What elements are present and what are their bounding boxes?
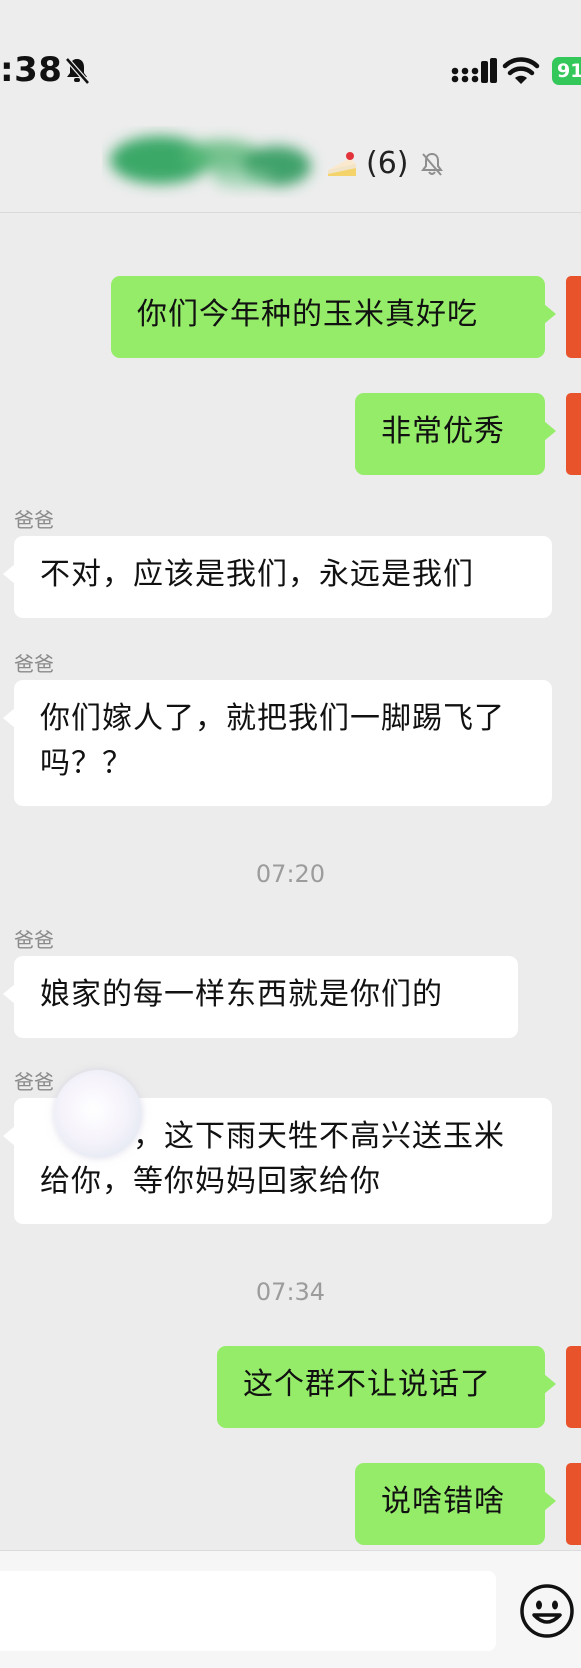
avatar[interactable] [566,1346,581,1428]
message-bubble-received[interactable]: 娘家的每一样东西就是你们的 [3,956,518,1038]
message-text: 你们嫁人了，就把我们一脚踢飞了吗？？ [40,701,505,781]
avatar[interactable] [566,276,581,358]
sender-name: 爸爸 [14,1070,54,1094]
message-text: 说啥错啥 [381,1484,505,1519]
message-bubble-sent[interactable]: 你们今年种的玉米真好吃 [111,276,556,358]
status-bar: :38 91 [0,0,581,120]
message-text: 你们今年种的玉米真好吃 [137,297,478,332]
input-bar [0,1550,581,1668]
redacted-group-name [110,136,311,188]
wifi-icon [502,57,540,84]
status-time: :38 [0,50,63,90]
message-text: 这个群不让说话了 [243,1367,491,1402]
message-text: 非常优秀 [381,414,505,449]
message-text: 不对，应该是我们，永远是我们 [40,557,474,592]
cake-icon [328,152,356,176]
message-text: 娘家的每一样东西就是你们的 [40,977,443,1012]
message-bubble-sent[interactable]: 说啥错啥 [355,1463,556,1545]
sender-name: 爸爸 [14,508,54,532]
message-bubble-received[interactable]: 你们嫁人了，就把我们一脚踢飞了吗？？ [3,680,552,806]
mute-icon [421,152,443,176]
message-bubble-received[interactable]: 不对，应该是我们，永远是我们 [3,536,552,618]
avatar[interactable] [566,393,581,475]
member-count: (6) [366,146,409,181]
message-bubble-sent[interactable]: 非常优秀 [355,393,556,475]
timestamp: 07:34 [255,1278,326,1306]
chat-header[interactable]: (6) [0,120,581,213]
bell-slash-icon [65,57,90,85]
sender-name: 爸爸 [14,928,54,952]
emoji-icon[interactable] [519,1583,575,1639]
timestamp: 07:20 [255,860,326,888]
sender-name: 爸爸 [14,652,54,676]
avatar[interactable] [566,1463,581,1545]
message-bubble-sent[interactable]: 这个群不让说话了 [217,1346,556,1428]
signal-icon [451,58,497,83]
message-input[interactable] [0,1571,496,1651]
redaction-smudge [54,1070,142,1158]
battery-indicator: 91 [552,57,581,85]
